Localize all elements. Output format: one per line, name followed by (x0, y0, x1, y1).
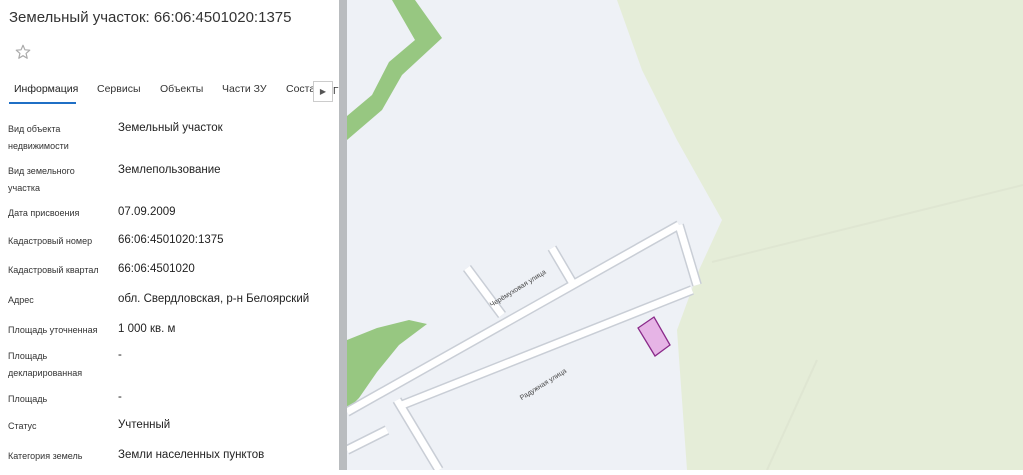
row-label-cadastral-quarter: Кадастровый квартал (8, 265, 99, 275)
row-label-address: Адрес (8, 295, 34, 305)
row-label-land-category: Категория земель (8, 451, 83, 461)
tab-parcel-parts[interactable]: Части ЗУ (222, 83, 267, 95)
row-label-area-declared: Площадь декларированная (8, 351, 83, 378)
tab-bar: Информация Сервисы Объекты Части ЗУ Сост… (0, 78, 339, 104)
row-label-assign-date: Дата присвоения (8, 208, 80, 218)
row-value-object-type: Земельный участок (118, 122, 223, 134)
row-label-status: Статус (8, 421, 37, 431)
tab-composition[interactable]: Соста (286, 83, 315, 95)
info-panel: Земельный участок: 66:06:4501020:1375 Ин… (0, 0, 339, 470)
tabs-scroll-right-button[interactable]: ▶ (313, 81, 333, 102)
tab-objects[interactable]: Объекты (160, 83, 203, 95)
row-value-status: Учтенный (118, 419, 171, 431)
row-label-object-type: Вид объекта недвижимости (8, 124, 69, 151)
row-value-cadastral-number: 66:06:4501020:1375 (118, 234, 224, 246)
star-icon[interactable] (14, 43, 32, 61)
map-view[interactable]: Черёмуховая улица Радужная улица (344, 0, 1023, 473)
active-tab-indicator (9, 102, 76, 104)
row-value-area-declared: - (118, 349, 122, 361)
row-label-parcel-type: Вид земельного участка (8, 166, 75, 193)
row-value-area: - (118, 391, 122, 403)
panel-resize-handle[interactable] (339, 0, 347, 470)
row-value-area-refined: 1 000 кв. м (118, 323, 176, 335)
row-value-address: обл. Свердловская, р-н Белоярский (118, 293, 310, 305)
row-value-parcel-type: Землепользование (118, 164, 221, 176)
row-value-land-category: Земли населенных пунктов (118, 449, 265, 461)
row-label-area: Площадь (8, 394, 48, 404)
caret-right-icon: ▶ (319, 87, 327, 96)
tab-services[interactable]: Сервисы (97, 83, 141, 95)
row-label-cadastral-number: Кадастровый номер (8, 236, 93, 246)
row-label-area-refined: Площадь уточненная (8, 325, 98, 335)
row-value-cadastral-quarter[interactable]: 66:06:4501020 (118, 263, 195, 275)
page-title: Земельный участок: 66:06:4501020:1375 (9, 9, 292, 26)
tab-information[interactable]: Информация (14, 83, 78, 95)
row-value-assign-date: 07.09.2009 (118, 206, 176, 218)
